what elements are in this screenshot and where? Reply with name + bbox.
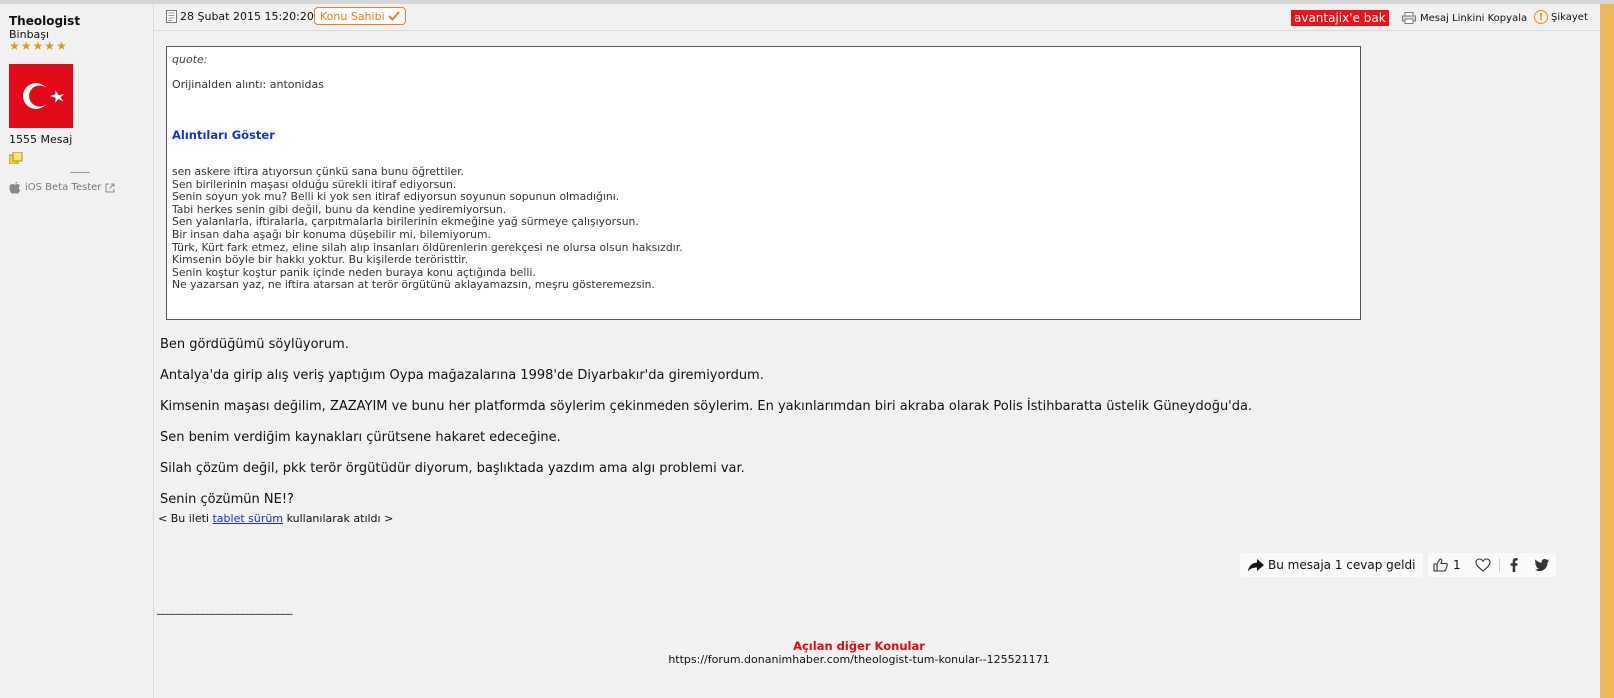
divider: [70, 172, 90, 173]
checkmark-icon: [387, 11, 400, 21]
document-icon: [166, 10, 177, 23]
post-date: 28 Şubat 2015 15:20:20: [166, 10, 314, 23]
star-icon: ★: [20, 39, 32, 53]
quote-line: Senin soyun yok mu? Belli ki yok sen iti…: [172, 190, 620, 204]
like-button[interactable]: 1: [1428, 553, 1466, 577]
quote-line: Ne yazarsan yaz, ne iftira atarsan at te…: [172, 278, 655, 292]
other-topics-title: Açılan diğer Konular: [793, 639, 925, 653]
thumbs-up-icon: [1433, 558, 1448, 572]
body-paragraph: Ben gördüğümü söylüyorum.: [160, 337, 349, 352]
reply-count-label: Bu mesaja 1 cevap geldi: [1268, 558, 1416, 572]
signature-divider: ___________________________: [157, 602, 293, 615]
body-paragraph: Antalya'da girip alış veriş yaptığım Oyp…: [160, 368, 764, 383]
heart-icon: [1475, 558, 1491, 572]
twitter-icon: [1535, 559, 1550, 571]
quote-original-author: Orijinalden alıntı: antonidas: [172, 78, 324, 91]
quote-text: sen askere iftira atıyorsun çünkü sana b…: [172, 165, 683, 292]
printer-icon: [1402, 12, 1416, 24]
report-button[interactable]: ! Şikayet: [1534, 10, 1588, 24]
quote-line: Bir insan daha aşağı bir konuma düşebili…: [172, 227, 491, 241]
avatar[interactable]: [9, 64, 73, 128]
message-count[interactable]: 1555 Mesaj: [9, 133, 72, 146]
tablet-note-suffix: kullanılarak atıldı >: [283, 512, 394, 525]
favorite-button[interactable]: [1466, 553, 1500, 577]
star-icon: ★: [32, 39, 44, 53]
warning-icon: !: [1534, 10, 1548, 24]
quote-line: Kimsenin böyle bir hakkı yoktur. Bu kişi…: [172, 253, 469, 267]
rank-stars: ★ ★ ★ ★ ★: [9, 40, 67, 52]
star-icon: ★: [9, 39, 20, 53]
post-body: Ben gördüğümü söylüyorum. Antalya'da gir…: [160, 337, 1252, 523]
facebook-share-button[interactable]: [1499, 558, 1528, 572]
other-topics-link[interactable]: https://forum.donanimhaber.com/theologis…: [154, 653, 1564, 666]
body-paragraph: Silah çözüm değil, pkk terör örgütüdür d…: [160, 461, 745, 476]
user-sidebar: Theologist Binbaşı ★ ★ ★ ★ ★ 1555 Mesaj …: [0, 4, 154, 698]
medal-icon: [9, 152, 23, 164]
body-paragraph: Senin çözümün NE!?: [160, 492, 294, 507]
external-link-icon: [105, 183, 115, 192]
topic-owner-label: Konu Sahibi: [320, 9, 385, 23]
post-date-text: 28 Şubat 2015 15:20:20: [180, 10, 314, 23]
apple-icon: [9, 181, 21, 194]
like-count: 1: [1453, 558, 1461, 572]
post-actions: 1: [1428, 553, 1556, 577]
post-header: 28 Şubat 2015 15:20:20 Konu Sahibi avant…: [154, 4, 1600, 31]
ios-label: iOS Beta Tester: [25, 182, 102, 193]
quote-line: sen askere iftira atıyorsun çünkü sana b…: [172, 165, 464, 178]
star-icon: ★: [56, 39, 67, 53]
body-paragraph: Kimsenin maşası değilim, ZAZAYIM ve bunu…: [160, 399, 1253, 414]
twitter-share-button[interactable]: [1528, 553, 1556, 577]
copy-link-button[interactable]: Mesaj Linkini Kopyala: [1402, 12, 1527, 24]
tablet-note-prefix: < Bu ileti: [158, 512, 213, 525]
body-paragraph: Sen benim verdiğim kaynakları çürütsene …: [160, 430, 561, 445]
report-label: Şikayet: [1551, 11, 1588, 23]
facebook-icon: [1510, 558, 1519, 572]
star-icon: ★: [44, 39, 56, 53]
quote-block: quote: Orijinalden alıntı: antonidas Alı…: [166, 46, 1361, 320]
post-content: 28 Şubat 2015 15:20:20 Konu Sahibi avant…: [154, 4, 1600, 698]
tablet-version-link[interactable]: tablet sürüm: [212, 512, 283, 525]
copy-link-label: Mesaj Linkini Kopyala: [1420, 12, 1528, 24]
turkish-flag-icon: [9, 64, 73, 128]
tablet-note: < Bu ileti tablet sürüm kullanılarak atı…: [158, 512, 393, 525]
show-quotes-link[interactable]: Alıntıları Göster: [172, 128, 275, 142]
page-edge: [1600, 4, 1614, 698]
ios-beta-tester-badge[interactable]: iOS Beta Tester: [9, 181, 115, 194]
reply-count-button[interactable]: Bu mesaja 1 cevap geldi: [1240, 553, 1424, 577]
username-link[interactable]: Theologist: [9, 14, 80, 28]
advantage-button[interactable]: avantajix'e bak: [1291, 10, 1389, 26]
share-arrow-icon: [1248, 558, 1264, 571]
quote-label: quote:: [172, 53, 208, 66]
topic-owner-badge: Konu Sahibi: [314, 7, 406, 25]
